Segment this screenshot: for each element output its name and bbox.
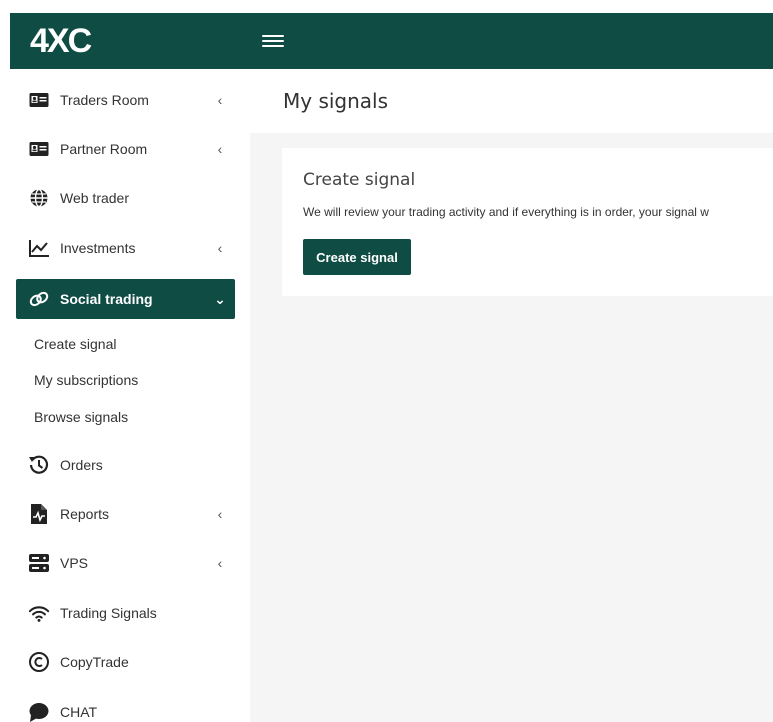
sidebar-subitem-create-signal[interactable]: Create signal bbox=[34, 332, 117, 356]
chevron-left-icon: ‹ bbox=[217, 555, 223, 571]
sidebar: Traders Room ‹ Partner Room ‹ Web trader… bbox=[10, 69, 250, 722]
history-icon bbox=[28, 454, 50, 476]
chart-line-icon bbox=[28, 237, 50, 259]
page-title: My signals bbox=[283, 89, 389, 113]
sidebar-item-label: VPS bbox=[60, 555, 89, 571]
sidebar-item-label: Reports bbox=[60, 506, 110, 522]
main-header: My signals bbox=[250, 69, 773, 133]
chevron-left-icon: ‹ bbox=[217, 141, 223, 157]
menu-toggle-icon[interactable] bbox=[262, 33, 284, 49]
file-chart-icon bbox=[28, 503, 50, 525]
sidebar-item-partner-room[interactable]: Partner Room ‹ bbox=[16, 130, 235, 168]
sidebar-item-label: Investments bbox=[60, 240, 136, 256]
sidebar-item-label: Traders Room bbox=[60, 92, 149, 108]
sidebar-item-traders-room[interactable]: Traders Room ‹ bbox=[16, 81, 235, 119]
wifi-icon bbox=[28, 602, 50, 624]
id-card-icon bbox=[28, 89, 50, 111]
sidebar-item-web-trader[interactable]: Web trader bbox=[16, 179, 235, 217]
chevron-down-icon: ⌄ bbox=[214, 290, 226, 307]
sidebar-item-orders[interactable]: Orders bbox=[16, 446, 235, 484]
copyright-icon bbox=[28, 651, 50, 673]
create-signal-button[interactable]: Create signal bbox=[303, 239, 411, 275]
chat-icon bbox=[28, 701, 50, 722]
server-icon bbox=[28, 552, 50, 574]
sidebar-item-social-trading[interactable]: Social trading ⌄ bbox=[16, 279, 235, 319]
sidebar-item-trading-signals[interactable]: Trading Signals bbox=[16, 594, 235, 632]
sidebar-subitem-my-subscriptions[interactable]: My subscriptions bbox=[34, 368, 138, 392]
globe-icon bbox=[28, 187, 50, 209]
link-icon bbox=[28, 288, 50, 310]
chevron-left-icon: ‹ bbox=[217, 506, 223, 522]
brand-logo[interactable]: 4XC bbox=[10, 13, 250, 69]
sidebar-item-chat[interactable]: CHAT bbox=[16, 693, 235, 722]
chevron-left-icon: ‹ bbox=[217, 92, 223, 108]
sidebar-item-investments[interactable]: Investments ‹ bbox=[16, 229, 235, 267]
card-description: We will review your trading activity and… bbox=[303, 205, 709, 219]
sidebar-item-label: CopyTrade bbox=[60, 654, 129, 670]
sidebar-item-label: Trading Signals bbox=[60, 605, 157, 621]
top-bar: 4XC bbox=[10, 13, 773, 69]
sidebar-item-vps[interactable]: VPS ‹ bbox=[16, 544, 235, 582]
sidebar-item-label: Web trader bbox=[60, 190, 129, 206]
sidebar-item-reports[interactable]: Reports ‹ bbox=[16, 495, 235, 533]
sidebar-item-label: Partner Room bbox=[60, 141, 148, 157]
id-card-icon bbox=[28, 138, 50, 160]
app-window: 4XC Traders Room ‹ Partner Room ‹ Web tr… bbox=[10, 13, 773, 722]
sidebar-item-label: Social trading bbox=[60, 291, 153, 307]
sidebar-item-label: CHAT bbox=[60, 704, 98, 720]
card-title: Create signal bbox=[303, 170, 416, 190]
sidebar-item-copytrade[interactable]: CopyTrade bbox=[16, 643, 235, 681]
sidebar-item-label: Orders bbox=[60, 457, 103, 473]
chevron-left-icon: ‹ bbox=[217, 240, 223, 256]
sidebar-subitem-browse-signals[interactable]: Browse signals bbox=[34, 405, 128, 429]
create-signal-card: Create signal We will review your tradin… bbox=[282, 148, 773, 296]
